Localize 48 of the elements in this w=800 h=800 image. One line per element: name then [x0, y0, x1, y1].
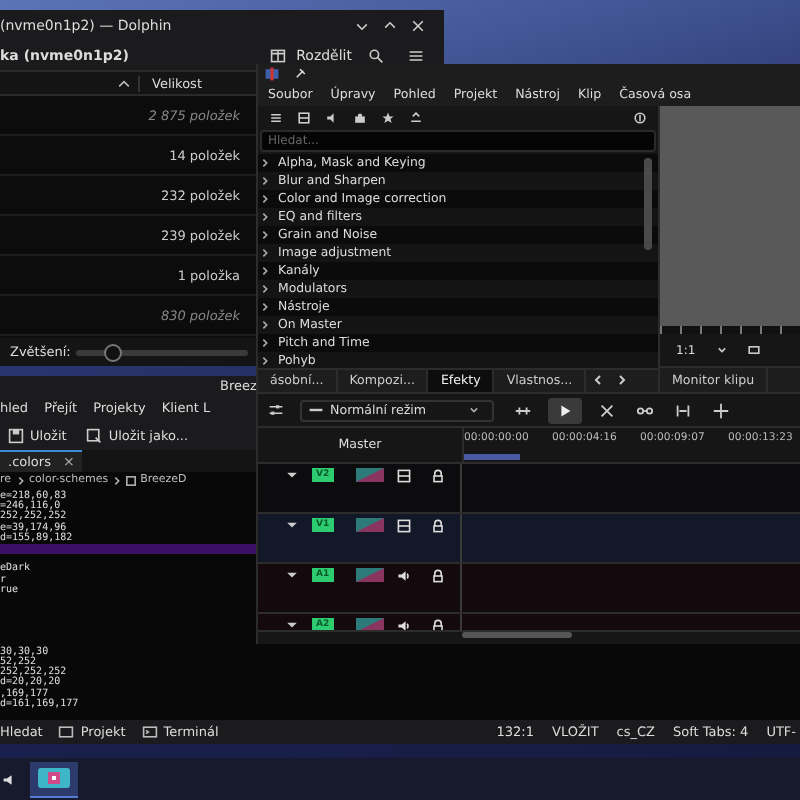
film-icon[interactable]	[395, 517, 412, 533]
save-as-icon	[86, 427, 103, 443]
zone-marker[interactable]	[464, 453, 520, 459]
composite-icon[interactable]	[355, 567, 384, 581]
chevron-left-icon[interactable]	[592, 374, 605, 387]
speaker-icon[interactable]	[395, 567, 412, 583]
composite-icon[interactable]	[355, 517, 384, 531]
sliders-icon[interactable]	[268, 402, 284, 419]
speaker-icon[interactable]	[395, 617, 412, 631]
document-icon	[126, 475, 137, 485]
pin-icon[interactable]	[292, 65, 308, 82]
film-icon[interactable]	[296, 110, 312, 127]
info-icon[interactable]	[632, 110, 648, 127]
collapse-arrow-icon[interactable]	[284, 517, 300, 533]
chevron-right-icon	[15, 475, 26, 485]
maximize-icon[interactable]	[382, 17, 398, 33]
close-icon[interactable]	[410, 17, 426, 33]
lock-icon[interactable]	[429, 517, 446, 533]
slider-thumb[interactable]	[103, 343, 122, 361]
speaker-icon[interactable]	[2, 771, 18, 787]
save-icon	[8, 427, 24, 443]
app-icon	[264, 65, 280, 82]
taskbar-app-button[interactable]	[30, 761, 78, 797]
select-tool-icon[interactable]	[548, 397, 582, 424]
menu-icon[interactable]	[408, 47, 424, 63]
screen-icon[interactable]	[745, 342, 762, 359]
speaker-icon[interactable]	[324, 110, 340, 127]
film-icon[interactable]	[395, 467, 412, 483]
chevron-right-icon	[112, 475, 123, 485]
collapse-arrow-icon[interactable]	[284, 467, 300, 483]
list-icon[interactable]	[268, 110, 284, 127]
scrollbar-thumb[interactable]	[644, 158, 652, 251]
lock-icon[interactable]	[429, 617, 446, 631]
composite-icon[interactable]	[355, 617, 384, 631]
sort-ascending-icon[interactable]	[116, 75, 140, 91]
search-icon[interactable]	[368, 47, 384, 63]
chevron-right-icon[interactable]	[616, 374, 629, 387]
lock-icon[interactable]	[429, 567, 446, 583]
terminal-icon	[141, 724, 158, 740]
collapse-arrow-icon[interactable]	[284, 567, 300, 583]
monitor-ruler	[660, 326, 800, 335]
composite-icon[interactable]	[355, 467, 384, 481]
zoom-slider[interactable]	[76, 349, 249, 355]
star-icon[interactable]	[380, 110, 396, 127]
lock-icon[interactable]	[429, 467, 446, 483]
collapse-arrow-icon[interactable]	[284, 617, 300, 631]
scrollbar-thumb[interactable]	[462, 632, 572, 639]
split-view-icon	[270, 47, 287, 63]
